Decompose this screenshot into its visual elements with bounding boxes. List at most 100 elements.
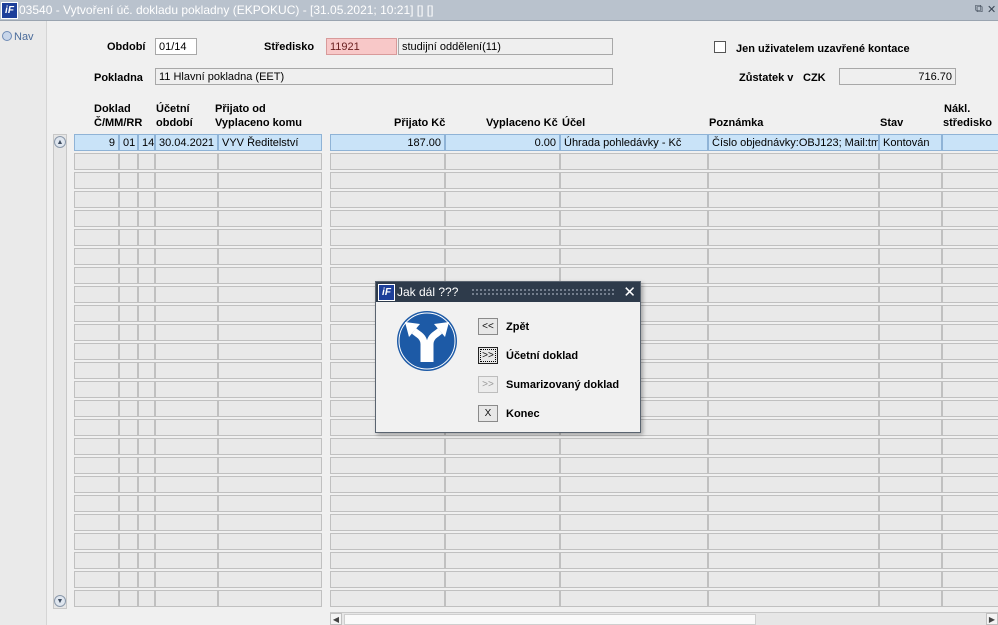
cell-ucetni-obdobi[interactable] — [155, 210, 218, 227]
cell-nakl-stredisko[interactable] — [942, 210, 998, 227]
cell-ucetni-obdobi[interactable] — [155, 533, 218, 550]
cell-doklad-cislo[interactable] — [74, 400, 119, 417]
cell-doklad-mesic[interactable] — [119, 571, 138, 588]
cell-prijato-kc[interactable] — [330, 457, 445, 474]
cell-poznamka[interactable] — [708, 172, 879, 189]
dialog-option-label[interactable]: Zpět — [506, 321, 529, 333]
cell-doklad-rok[interactable]: 14 — [138, 134, 155, 151]
cell-prijato-od[interactable] — [218, 476, 322, 493]
cell-vyplaceno-kc[interactable] — [445, 172, 560, 189]
cell-stav[interactable]: Kontován — [879, 134, 942, 151]
cell-ucetni-obdobi[interactable] — [155, 324, 218, 341]
cell-prijato-od[interactable] — [218, 438, 322, 455]
dialog-option-button[interactable]: >> — [478, 376, 498, 393]
dialog-option-button[interactable]: << — [478, 318, 498, 335]
cell-doklad-cislo[interactable] — [74, 476, 119, 493]
cell-doklad-mesic[interactable] — [119, 229, 138, 246]
cell-stav[interactable] — [879, 286, 942, 303]
cell-doklad-mesic[interactable] — [119, 286, 138, 303]
close-icon[interactable]: ✕ — [987, 3, 996, 16]
cell-prijato-od[interactable] — [218, 495, 322, 512]
horizontal-scrollbar[interactable]: ◀ ▶ — [330, 612, 998, 625]
cell-doklad-rok[interactable] — [138, 533, 155, 550]
cell-doklad-rok[interactable] — [138, 495, 155, 512]
cell-ucetni-obdobi[interactable] — [155, 400, 218, 417]
cell-prijato-od[interactable] — [218, 153, 322, 170]
cell-doklad-rok[interactable] — [138, 267, 155, 284]
cell-poznamka[interactable] — [708, 286, 879, 303]
cell-doklad-mesic[interactable] — [119, 324, 138, 341]
cell-vyplaceno-kc[interactable] — [445, 248, 560, 265]
cell-nakl-stredisko[interactable] — [942, 438, 998, 455]
cell-nakl-stredisko[interactable] — [942, 533, 998, 550]
cell-poznamka[interactable] — [708, 305, 879, 322]
cell-stav[interactable] — [879, 153, 942, 170]
cell-doklad-mesic[interactable] — [119, 419, 138, 436]
cell-doklad-rok[interactable] — [138, 514, 155, 531]
cell-prijato-od[interactable] — [218, 210, 322, 227]
cell-ucetni-obdobi[interactable] — [155, 191, 218, 208]
cell-nakl-stredisko[interactable] — [942, 191, 998, 208]
cell-doklad-mesic[interactable] — [119, 343, 138, 360]
scroll-left-icon[interactable]: ◀ — [330, 613, 342, 625]
cell-ucel[interactable] — [560, 552, 708, 569]
cell-poznamka[interactable] — [708, 210, 879, 227]
cell-prijato-kc[interactable] — [330, 476, 445, 493]
cell-stav[interactable] — [879, 495, 942, 512]
dialog-option-label[interactable]: Konec — [506, 408, 540, 420]
cell-nakl-stredisko[interactable] — [942, 590, 998, 607]
cell-stav[interactable] — [879, 172, 942, 189]
cell-nakl-stredisko[interactable] — [942, 362, 998, 379]
cell-prijato-od[interactable] — [218, 286, 322, 303]
cell-ucetni-obdobi[interactable] — [155, 248, 218, 265]
cell-stav[interactable] — [879, 514, 942, 531]
cell-stav[interactable] — [879, 362, 942, 379]
cell-poznamka[interactable] — [708, 514, 879, 531]
cell-stav[interactable] — [879, 552, 942, 569]
cell-ucetni-obdobi[interactable] — [155, 381, 218, 398]
cell-nakl-stredisko[interactable] — [942, 229, 998, 246]
cell-prijato-od[interactable] — [218, 381, 322, 398]
cell-poznamka[interactable] — [708, 248, 879, 265]
cell-doklad-mesic[interactable] — [119, 552, 138, 569]
cell-prijato-od[interactable] — [218, 400, 322, 417]
cell-ucetni-obdobi[interactable] — [155, 267, 218, 284]
cell-ucetni-obdobi[interactable] — [155, 172, 218, 189]
cell-ucel[interactable] — [560, 571, 708, 588]
cell-nakl-stredisko[interactable] — [942, 248, 998, 265]
cell-doklad-mesic[interactable]: 01 — [119, 134, 138, 151]
cell-doklad-cislo[interactable] — [74, 172, 119, 189]
cell-prijato-kc[interactable] — [330, 229, 445, 246]
cell-nakl-stredisko[interactable] — [942, 134, 998, 151]
cell-poznamka[interactable] — [708, 400, 879, 417]
scroll-right-icon[interactable]: ▶ — [986, 613, 998, 625]
cell-prijato-kc[interactable] — [330, 438, 445, 455]
cell-ucetni-obdobi[interactable] — [155, 286, 218, 303]
cell-doklad-rok[interactable] — [138, 286, 155, 303]
cell-prijato-od[interactable] — [218, 324, 322, 341]
cell-prijato-kc[interactable] — [330, 153, 445, 170]
cell-doklad-rok[interactable] — [138, 343, 155, 360]
cell-doklad-rok[interactable] — [138, 400, 155, 417]
cell-ucetni-obdobi[interactable] — [155, 305, 218, 322]
cell-vyplaceno-kc[interactable] — [445, 191, 560, 208]
cell-doklad-rok[interactable] — [138, 172, 155, 189]
cell-nakl-stredisko[interactable] — [942, 514, 998, 531]
cell-doklad-cislo[interactable] — [74, 210, 119, 227]
cell-prijato-od[interactable] — [218, 457, 322, 474]
cell-doklad-mesic[interactable] — [119, 590, 138, 607]
cell-ucetni-obdobi[interactable] — [155, 153, 218, 170]
cell-ucetni-obdobi[interactable] — [155, 552, 218, 569]
cell-doklad-cislo[interactable]: 9 — [74, 134, 119, 151]
cell-nakl-stredisko[interactable] — [942, 305, 998, 322]
cell-ucel[interactable] — [560, 533, 708, 550]
cell-stav[interactable] — [879, 324, 942, 341]
cell-poznamka[interactable] — [708, 324, 879, 341]
cell-prijato-od[interactable] — [218, 533, 322, 550]
cell-prijato-od[interactable] — [218, 362, 322, 379]
cell-ucel[interactable] — [560, 191, 708, 208]
cell-prijato-kc[interactable] — [330, 210, 445, 227]
cell-poznamka[interactable] — [708, 571, 879, 588]
cell-doklad-cislo[interactable] — [74, 571, 119, 588]
cell-ucel[interactable] — [560, 248, 708, 265]
